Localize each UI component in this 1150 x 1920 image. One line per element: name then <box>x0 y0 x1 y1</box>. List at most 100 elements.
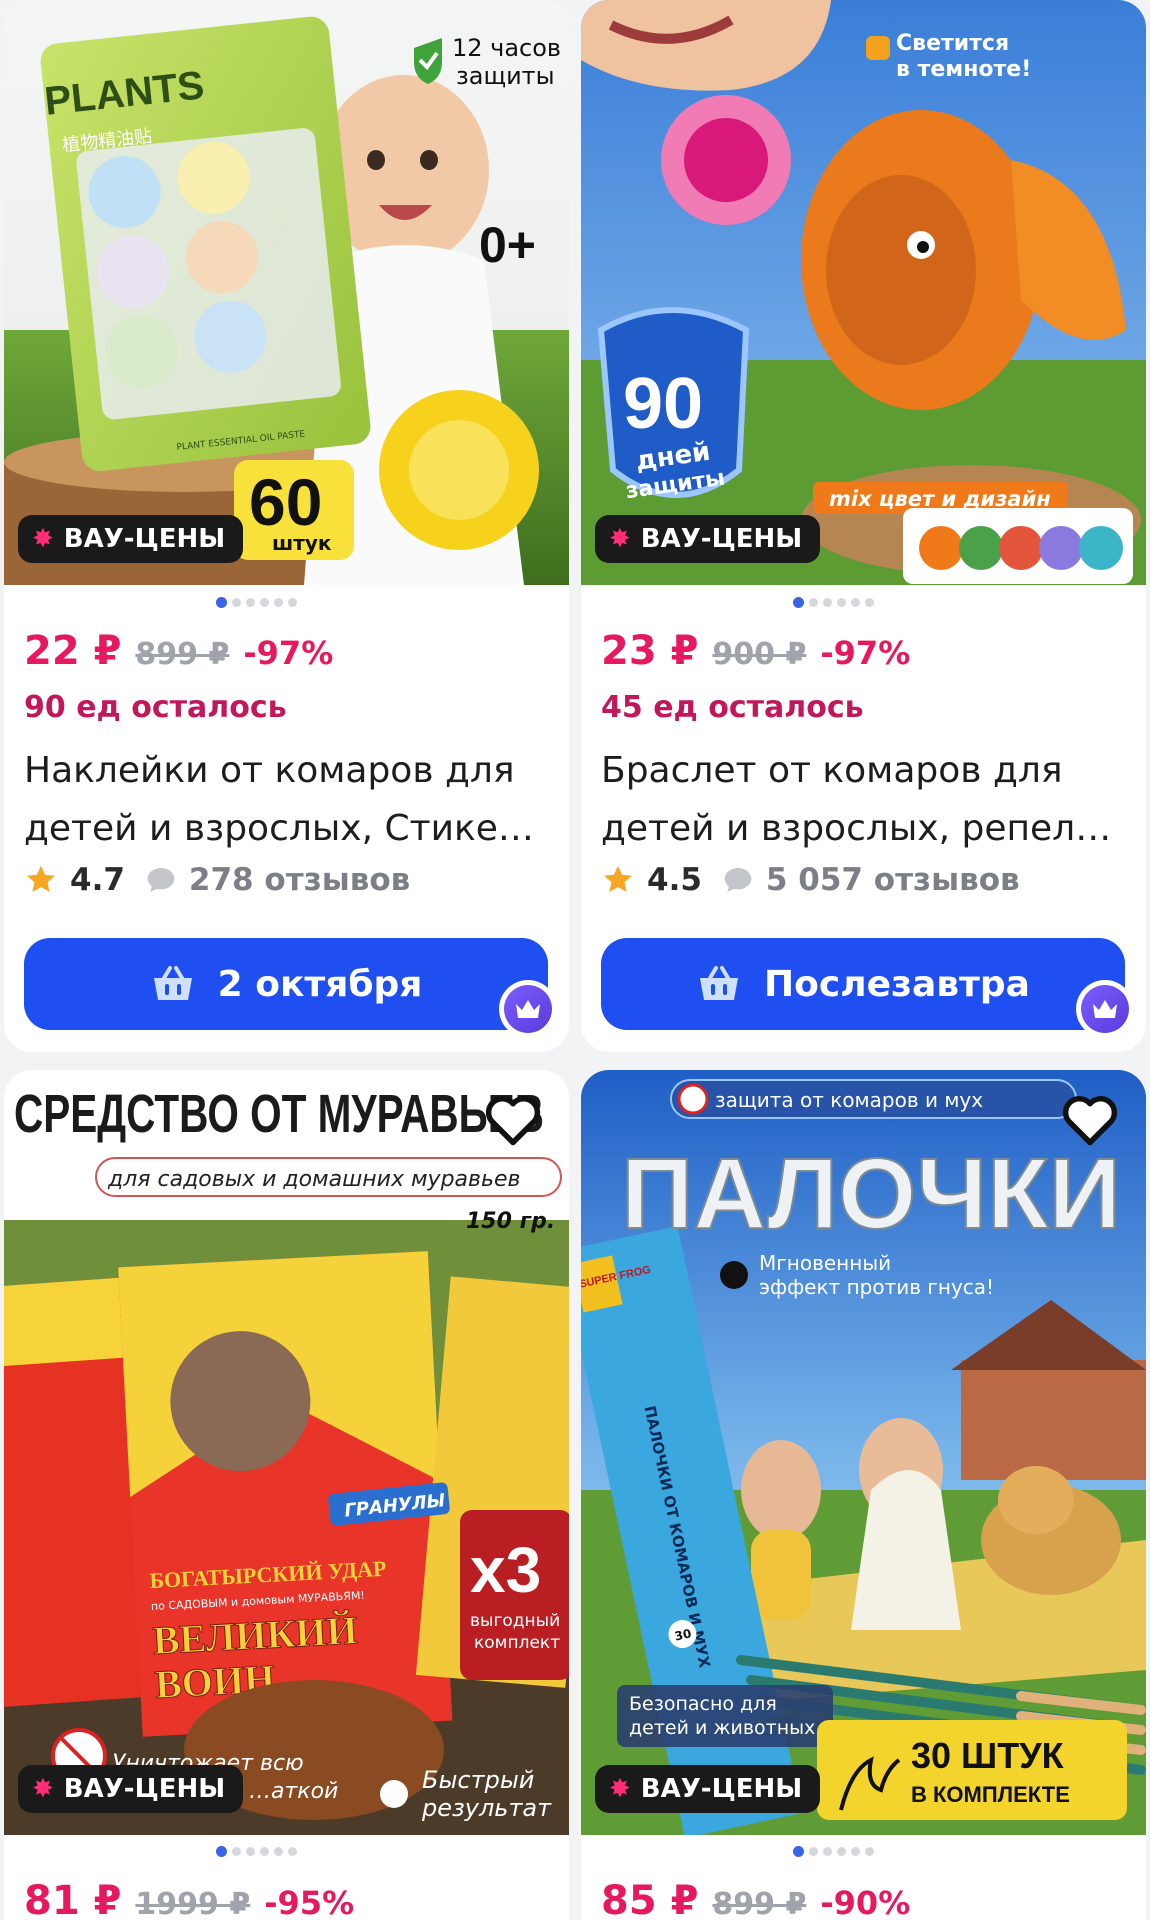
carousel-dot[interactable] <box>823 598 832 607</box>
image-carousel-dots[interactable] <box>581 597 1146 608</box>
crown-icon <box>1093 1000 1117 1018</box>
product-card[interactable]: PLANTS 植物精油贴 PLANT ESSENTIAL OIL PASTE 1… <box>4 0 569 1052</box>
quantity-unit: штук <box>272 531 332 555</box>
product-image-ant-repellent: СРЕДСТВО ОТ МУРАВЬЕВ для садовых и домаш… <box>4 1070 569 1835</box>
glow-label-line2: в темноте! <box>896 57 1031 82</box>
carousel-dot[interactable] <box>246 1847 255 1856</box>
carousel-dot[interactable] <box>274 598 283 607</box>
wow-price-badge: ✸ ВАУ-ЦЕНЫ <box>18 1765 244 1813</box>
carousel-dot[interactable] <box>809 1847 818 1856</box>
product-card[interactable]: SUPER FROG ПАЛОЧКИ ОТ КОМАРОВ И МУХ 30 з… <box>581 1070 1146 1920</box>
star-icon <box>27 865 55 892</box>
carousel-dot[interactable] <box>823 1847 832 1856</box>
quantity-number: 60 <box>249 465 322 539</box>
carousel-dot[interactable] <box>260 1847 269 1856</box>
delivery-date: Послезавтра <box>764 963 1030 1005</box>
rating-value: 4.7 <box>70 862 125 898</box>
add-to-cart-button[interactable]: Послезавтра <box>601 938 1125 1030</box>
discount-percent: -90% <box>820 1884 911 1920</box>
add-to-cart-button[interactable]: 2 октября <box>24 938 548 1030</box>
carousel-dot[interactable] <box>837 1847 846 1856</box>
price-row: 85 ₽ 899 ₽ -90% <box>601 1878 910 1920</box>
product-title-line: Браслет от комаров для <box>601 750 1063 791</box>
carousel-dot[interactable] <box>216 597 227 608</box>
stock-remaining: 45 ед осталось <box>601 690 864 725</box>
protection-days-number: 90 <box>623 364 703 444</box>
favorite-heart-icon[interactable] <box>483 1092 543 1148</box>
star-icon <box>604 865 632 892</box>
fast-claim-line2: результат <box>421 1794 552 1822</box>
product-title[interactable]: Браслет от комаров для детей и взрослых,… <box>601 742 1122 858</box>
price-row: 81 ₽ 1999 ₽ -95% <box>24 1878 354 1920</box>
product-photo[interactable]: СРЕДСТВО ОТ МУРАВЬЕВ для садовых и домаш… <box>4 1070 569 1835</box>
basket-icon <box>700 966 739 1000</box>
lightning-icon <box>720 1261 748 1289</box>
carousel-dot[interactable] <box>865 1847 874 1856</box>
weight-label: 150 гр. <box>466 1209 555 1234</box>
product-photo[interactable]: SUPER FROG ПАЛОЧКИ ОТ КОМАРОВ И МУХ 30 з… <box>581 1070 1146 1835</box>
wow-price-badge: ✸ ВАУ-ЦЕНЫ <box>595 1765 821 1813</box>
quantity-line1: 30 ШТУК <box>911 1735 1065 1776</box>
comment-icon <box>147 868 175 892</box>
current-price: 81 ₽ <box>24 1878 122 1920</box>
carousel-dot[interactable] <box>865 598 874 607</box>
product-card[interactable]: СРЕДСТВО ОТ МУРАВЬЕВ для садовых и домаш… <box>4 1070 569 1920</box>
carousel-dot[interactable] <box>288 1847 297 1856</box>
product-image-mosquito-bracelet: 90 дней защиты Светится в темноте! mix ц… <box>581 0 1146 585</box>
ad-headline: ПАЛОЧКИ <box>621 1138 1121 1250</box>
product-title-line: Наклейки от комаров для <box>24 750 515 791</box>
carousel-dot[interactable] <box>793 1846 804 1857</box>
carousel-dot[interactable] <box>232 1847 241 1856</box>
no-mosquito-icon <box>677 1083 709 1115</box>
reviews-count: 5 057 отзывов <box>765 862 1020 898</box>
timer-icon <box>380 1780 408 1808</box>
product-photo[interactable]: 90 дней защиты Светится в темноте! mix ц… <box>581 0 1146 585</box>
reviews-count: 278 отзывов <box>188 862 411 898</box>
bundle-label-line1: выгодный <box>470 1611 560 1631</box>
image-carousel-dots[interactable] <box>4 1846 569 1857</box>
image-carousel-dots[interactable] <box>4 597 569 608</box>
carousel-dot[interactable] <box>274 1847 283 1856</box>
carousel-dot[interactable] <box>260 598 269 607</box>
mix-label: mix цвет и дизайн <box>829 487 1051 511</box>
ad-headline: СРЕДСТВО ОТ МУРАВЬЕВ <box>14 1084 544 1144</box>
age-label: 0+ <box>479 217 536 273</box>
premium-crown-badge <box>499 980 557 1038</box>
premium-crown-badge <box>1076 980 1134 1038</box>
old-price: 899 ₽ <box>712 1887 807 1920</box>
carousel-dot[interactable] <box>288 598 297 607</box>
carousel-dot[interactable] <box>793 597 804 608</box>
favorite-heart-icon[interactable] <box>1060 1092 1120 1148</box>
badge-label: ВАУ-ЦЕНЫ <box>63 524 226 554</box>
product-title-line: детей и взрослых, репел… <box>601 808 1112 849</box>
discount-percent: -95% <box>264 1884 355 1920</box>
image-carousel-dots[interactable] <box>581 1846 1146 1857</box>
discount-percent: -97% <box>243 634 334 672</box>
badge-label: ВАУ-ЦЕНЫ <box>640 524 803 554</box>
old-price: 900 ₽ <box>712 637 807 672</box>
product-title-line: детей и взрослых, Стике… <box>24 808 534 849</box>
quantity-line2: В КОМПЛЕКТЕ <box>911 1782 1070 1807</box>
product-photo[interactable]: PLANTS 植物精油贴 PLANT ESSENTIAL OIL PASTE 1… <box>4 0 569 585</box>
carousel-dot[interactable] <box>809 598 818 607</box>
carousel-dot[interactable] <box>246 598 255 607</box>
discount-percent: -97% <box>820 634 911 672</box>
glow-label-line1: Светится <box>896 31 1009 56</box>
carousel-dot[interactable] <box>851 598 860 607</box>
destroy-claim-line2: …аткой <box>249 1779 338 1804</box>
price-row: 23 ₽ 900 ₽ -97% <box>601 628 910 674</box>
delivery-date: 2 октября <box>217 963 423 1005</box>
safety-line2: детей и животных <box>629 1717 815 1739</box>
stock-remaining: 90 ед осталось <box>24 690 287 725</box>
product-title[interactable]: Наклейки от комаров для детей и взрослых… <box>24 742 545 858</box>
carousel-dot[interactable] <box>232 598 241 607</box>
product-card[interactable]: 90 дней защиты Светится в темноте! mix ц… <box>581 0 1146 1052</box>
basket-icon <box>153 966 192 1000</box>
old-price: 899 ₽ <box>135 637 230 672</box>
wow-price-badge: ✸ ВАУ-ЦЕНЫ <box>18 515 244 563</box>
current-price: 23 ₽ <box>601 628 699 674</box>
carousel-dot[interactable] <box>837 598 846 607</box>
carousel-dot[interactable] <box>851 1847 860 1856</box>
carousel-dot[interactable] <box>216 1846 227 1857</box>
bundle-multiplier: х3 <box>470 1534 541 1606</box>
